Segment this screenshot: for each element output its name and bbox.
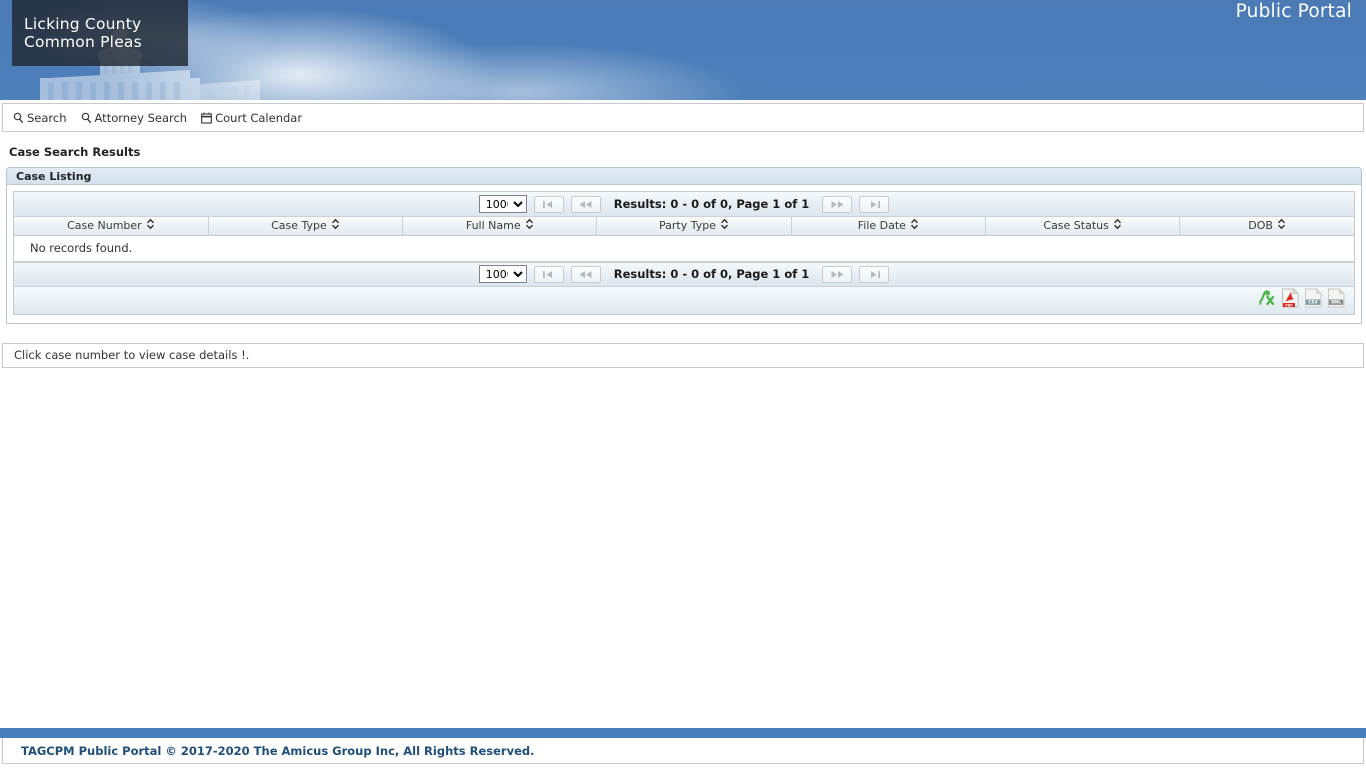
- column-header-case-status[interactable]: Case Status: [985, 217, 1181, 236]
- case-details-hint: Click case number to view case details !…: [2, 342, 1364, 368]
- previous-page-button-bottom[interactable]: [570, 265, 601, 283]
- column-label: Case Status: [1043, 219, 1109, 233]
- footer: TAGCPM Public Portal © 2017-2020 The Ami…: [2, 738, 1364, 764]
- sort-toggle-icon: [720, 218, 729, 233]
- calendar-icon: [201, 112, 212, 124]
- svg-text:CSV: CSV: [1308, 300, 1318, 305]
- next-page-button[interactable]: [822, 195, 853, 213]
- export-toolbar: PDF CSV XML: [14, 286, 1354, 314]
- nav-label-court-calendar: Court Calendar: [215, 110, 303, 125]
- nav-item-attorney-search[interactable]: Attorney Search: [81, 110, 188, 125]
- search-icon: [13, 112, 24, 124]
- portal-title: Public Portal: [1235, 1, 1352, 22]
- empty-state-row: No records found.: [14, 235, 1354, 262]
- results-summary: Results: 0 - 0 of 0, Page 1 of 1: [613, 197, 810, 211]
- search-icon: [81, 112, 92, 124]
- column-header-full-name[interactable]: Full Name: [402, 217, 598, 236]
- nav-label-search: Search: [27, 110, 67, 125]
- sort-toggle-icon: [1277, 218, 1286, 233]
- column-label: Case Number: [67, 219, 142, 233]
- first-page-button-bottom[interactable]: [533, 265, 564, 283]
- court-name-line2: Common Pleas: [24, 33, 142, 51]
- column-header-file-date[interactable]: File Date: [791, 217, 986, 236]
- nav-item-court-calendar[interactable]: Court Calendar: [201, 111, 302, 125]
- sort-toggle-icon: [146, 218, 155, 233]
- excel-export-icon[interactable]: [1257, 288, 1277, 312]
- table-header: Case Number Case Type Full Name Party Ty…: [14, 217, 1354, 236]
- last-page-button[interactable]: [859, 195, 890, 213]
- column-header-dob[interactable]: DOB: [1179, 217, 1354, 236]
- sort-toggle-icon: [331, 218, 340, 233]
- no-records-message: No records found.: [14, 235, 1354, 262]
- site-banner: Licking County Common Pleas Public Porta…: [0, 0, 1366, 100]
- nav-item-search[interactable]: Search: [13, 111, 67, 125]
- nav-label-attorney-search: Attorney Search: [94, 110, 188, 125]
- copyright-text: TAGCPM Public Portal © 2017-2020 The Ami…: [21, 743, 535, 758]
- column-label: Full Name: [465, 219, 521, 233]
- pager-bottom-left-controls: 1000: [478, 265, 601, 283]
- pager-top-right-controls: [822, 195, 890, 213]
- column-header-party-type[interactable]: Party Type: [596, 217, 792, 236]
- panel-body: 1000 Results: 0 - 0 of 0, Page 1 of 1 Ca…: [7, 185, 1361, 323]
- pager-top: 1000 Results: 0 - 0 of 0, Page 1 of 1: [14, 192, 1354, 217]
- page-size-select-bottom[interactable]: 1000: [478, 265, 527, 283]
- last-page-button-bottom[interactable]: [859, 265, 890, 283]
- page-size-select[interactable]: 1000: [478, 195, 527, 213]
- column-label: DOB: [1248, 219, 1273, 233]
- footer-accent-bar: [0, 728, 1366, 738]
- results-summary-bottom: Results: 0 - 0 of 0, Page 1 of 1: [613, 267, 810, 281]
- panel-title: Case Listing: [7, 168, 1361, 185]
- column-header-case-type[interactable]: Case Type: [208, 217, 404, 236]
- sort-toggle-icon: [1113, 218, 1122, 233]
- sort-toggle-icon: [525, 218, 534, 233]
- header-row: Case Number Case Type Full Name Party Ty…: [14, 217, 1354, 236]
- xml-export-icon[interactable]: XML: [1327, 288, 1346, 312]
- pager-bottom-right-controls: [822, 265, 890, 283]
- csv-export-icon[interactable]: CSV: [1304, 288, 1323, 312]
- court-logo-plate: Licking County Common Pleas: [12, 0, 188, 66]
- column-label: Case Type: [271, 219, 327, 233]
- pager-bottom: 1000 Results: 0 - 0 of 0, Page 1 of 1: [14, 261, 1354, 287]
- column-label: File Date: [857, 219, 906, 233]
- pager-top-left-controls: 1000: [478, 195, 601, 213]
- main-navigation: Search Attorney Search Court Calendar: [2, 103, 1364, 132]
- first-page-button[interactable]: [533, 195, 564, 213]
- page-title: Case Search Results: [9, 145, 141, 159]
- case-results-table: Case Number Case Type Full Name Party Ty…: [14, 217, 1354, 262]
- svg-text:PDF: PDF: [1285, 303, 1292, 307]
- svg-text:XML: XML: [1331, 300, 1341, 305]
- hint-text: Click case number to view case details !…: [14, 348, 250, 362]
- case-listing-panel: Case Listing 1000 Results: 0 - 0 of 0, P…: [6, 167, 1362, 324]
- table-body: No records found.: [14, 235, 1354, 262]
- previous-page-button[interactable]: [570, 195, 601, 213]
- next-page-button-bottom[interactable]: [822, 265, 853, 283]
- results-grid: 1000 Results: 0 - 0 of 0, Page 1 of 1 Ca…: [13, 191, 1355, 315]
- column-label: Party Type: [659, 219, 717, 233]
- pdf-export-icon[interactable]: PDF: [1281, 288, 1300, 312]
- column-header-case-number[interactable]: Case Number: [14, 217, 209, 236]
- court-name-line1: Licking County: [24, 15, 142, 33]
- sort-toggle-icon: [910, 218, 919, 233]
